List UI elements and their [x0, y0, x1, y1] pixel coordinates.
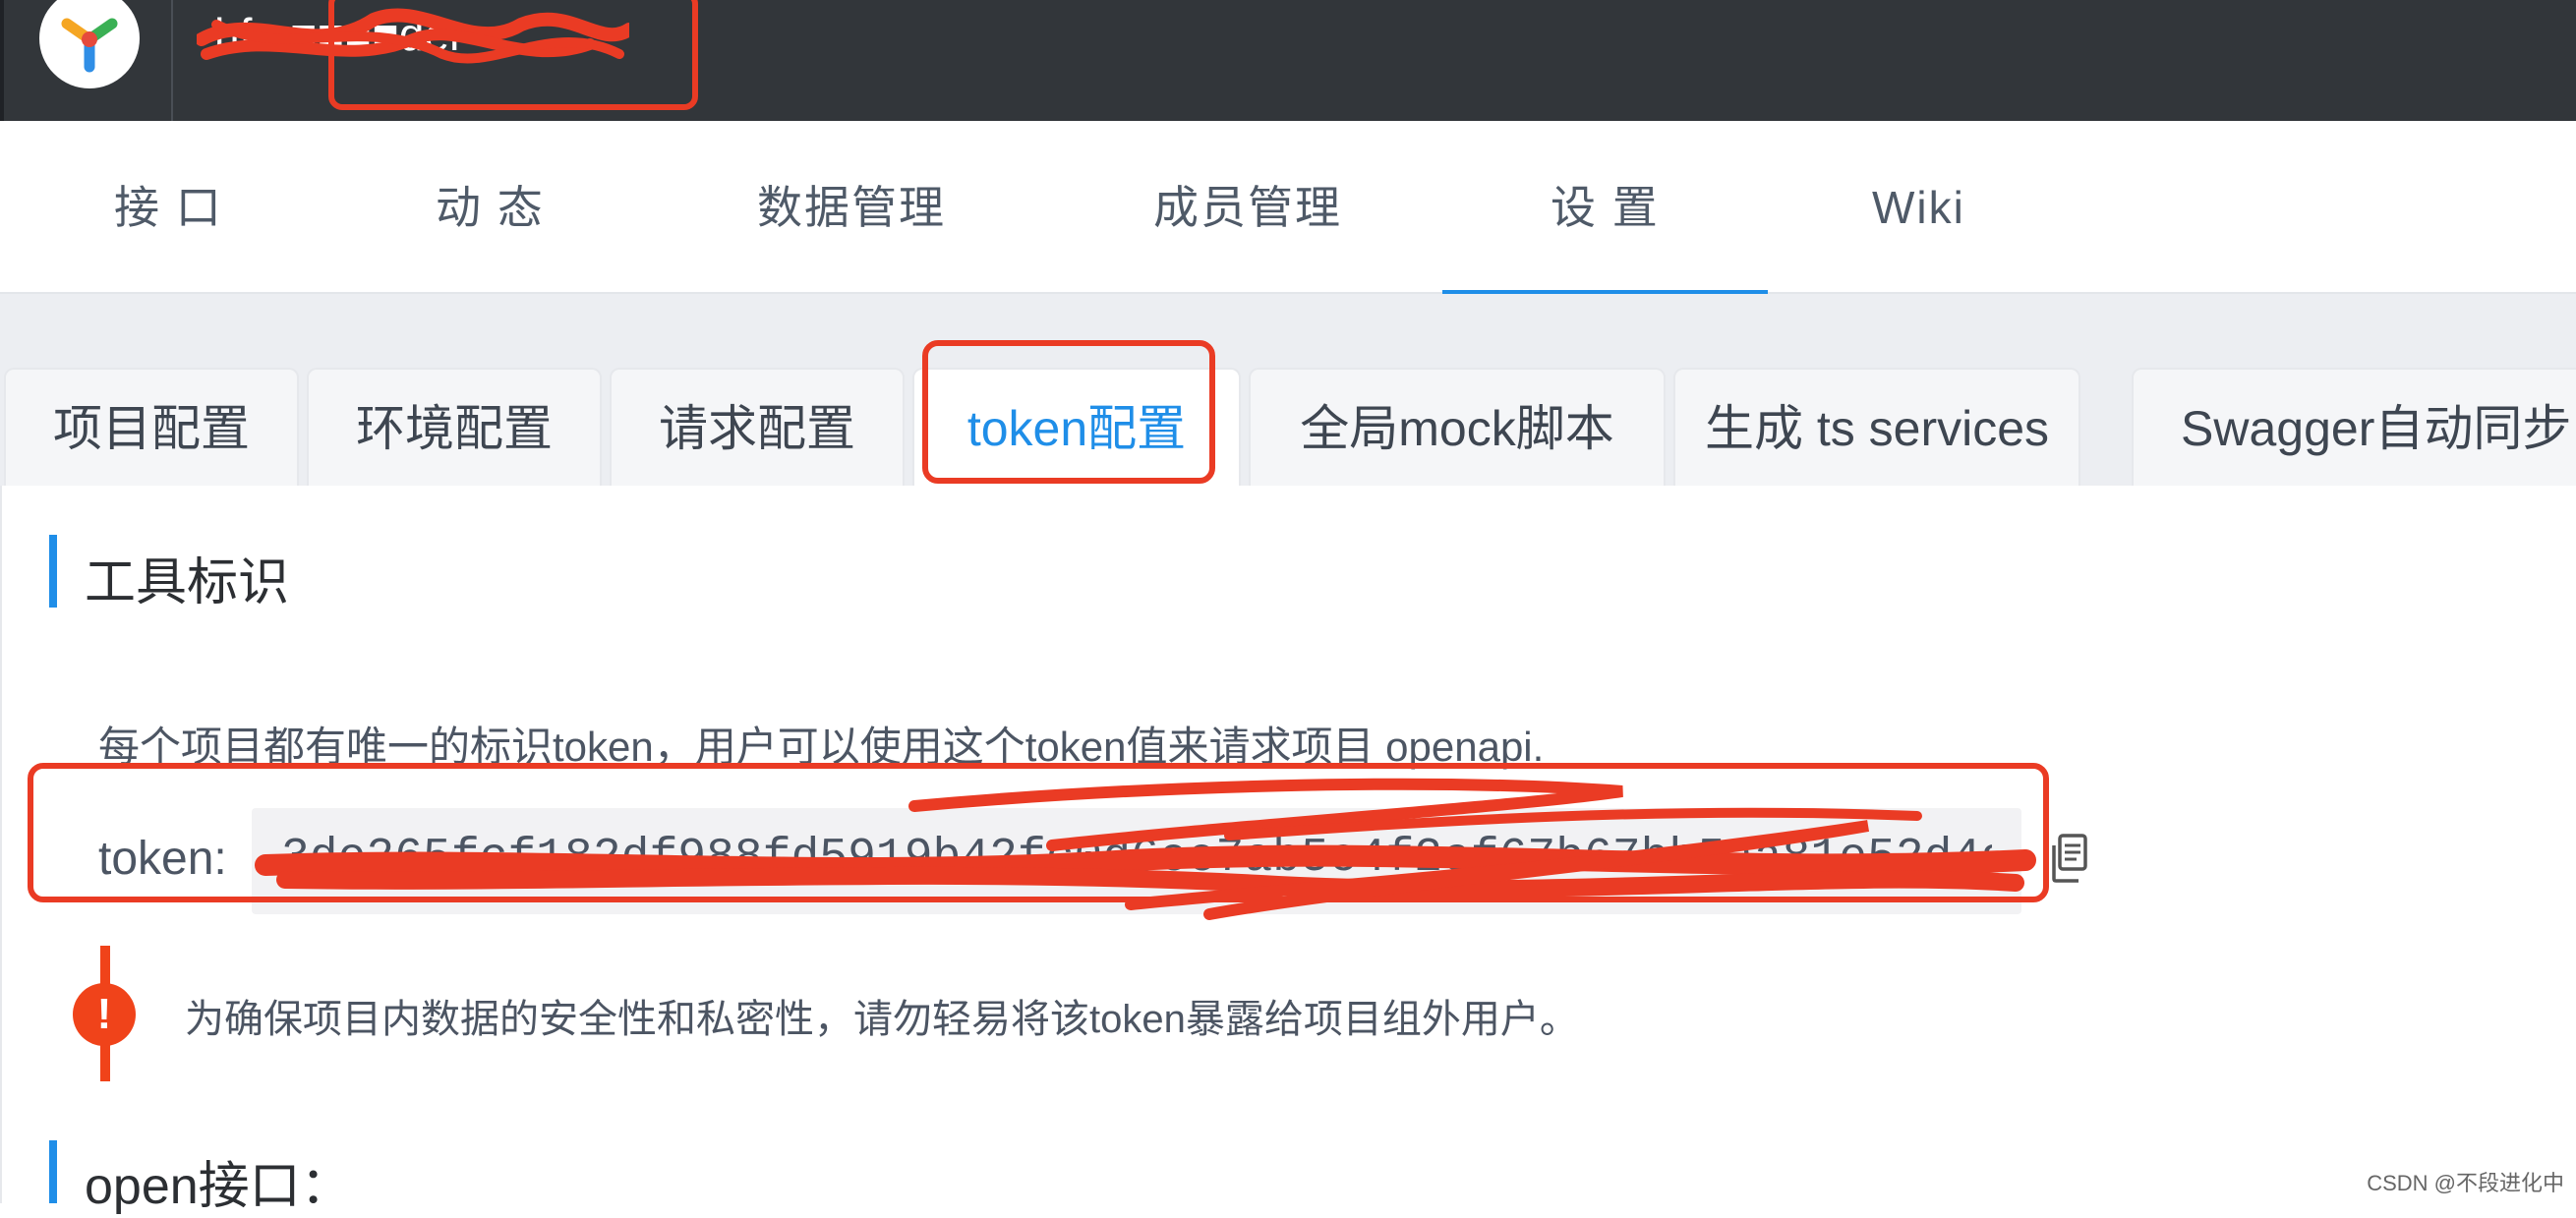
copy-icon[interactable]	[2049, 832, 2088, 885]
token-section-title: 工具标识	[85, 554, 290, 611]
token-tab-highlight-box	[922, 340, 1215, 484]
tab-generate-ts-services[interactable]: 生成 ts services	[1673, 368, 2080, 486]
header-divider	[171, 0, 173, 121]
yapi-logo[interactable]	[39, 0, 140, 88]
section-accent-bar	[49, 535, 57, 608]
tab-request-config[interactable]: 请求配置	[610, 368, 905, 486]
warning-text: 为确保项目内数据的安全性和私密性，请勿轻易将该token暴露给项目组外用户。	[185, 998, 1579, 1041]
project-name-highlight-box	[328, 0, 698, 110]
nav-item-wiki[interactable]: Wiki	[1872, 121, 1965, 294]
tab-global-mock-script[interactable]: 全局mock脚本	[1249, 368, 1666, 486]
watermark: CSDN @不段进化中	[2367, 1171, 2564, 1195]
nav-item-interface[interactable]: 接 口	[114, 121, 223, 294]
header-edge	[0, 0, 4, 121]
tab-project-config[interactable]: 项目配置	[4, 368, 299, 486]
section-accent-bar	[49, 1140, 57, 1203]
tab-swagger-auto-sync[interactable]: Swagger自动同步	[2132, 368, 2576, 486]
main-nav: 接 口 动 态 数据管理 成员管理 设 置 Wiki	[0, 121, 2576, 296]
nav-item-data-management[interactable]: 数据管理	[757, 121, 946, 294]
nav-item-settings[interactable]: 设 置	[1442, 121, 1768, 296]
warning-icon: !	[73, 983, 136, 1046]
nav-item-member-management[interactable]: 成员管理	[1153, 121, 1342, 294]
token-highlight-box	[28, 763, 2049, 902]
logo-icon	[61, 18, 118, 73]
open-api-section-title: open接口：	[85, 1158, 352, 1215]
tab-environment-config[interactable]: 环境配置	[307, 368, 602, 486]
nav-item-activity[interactable]: 动 态	[436, 121, 545, 294]
